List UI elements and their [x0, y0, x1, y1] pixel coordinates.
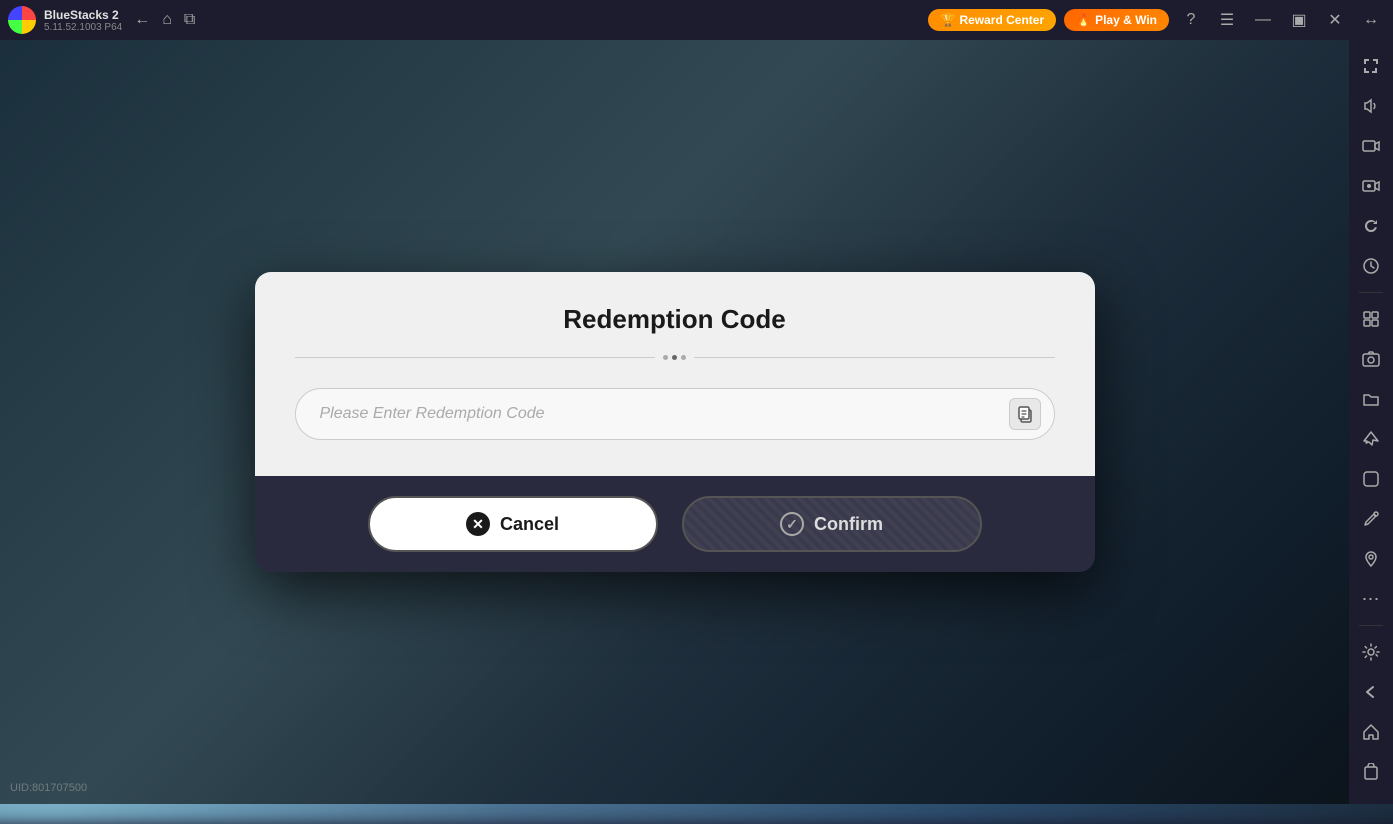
airplane-icon[interactable] — [1353, 421, 1389, 457]
modal-divider — [295, 355, 1055, 360]
modal-title: Redemption Code — [295, 304, 1055, 335]
redemption-modal: Redemption Code — [255, 272, 1095, 572]
restore-icon[interactable]: ▣ — [1285, 6, 1313, 34]
top-right-buttons: 🏆 Reward Center 🔥 Play & Win — [928, 9, 1169, 31]
play-icon: 🔥 — [1076, 13, 1091, 27]
more-icon[interactable]: ⋯ — [1353, 581, 1389, 617]
multi-instance-icon[interactable]: ⧉ — [184, 11, 195, 29]
top-bar: BlueStacks 2 5.11.52.1003 P64 ← ⌂ ⧉ 🏆 Re… — [0, 0, 1393, 40]
reward-center-button[interactable]: 🏆 Reward Center — [928, 9, 1056, 31]
app-info: BlueStacks 2 5.11.52.1003 P64 — [44, 8, 122, 33]
divider-dot-1 — [663, 355, 668, 360]
logo-icon — [8, 6, 36, 34]
help-icon[interactable]: ? — [1177, 6, 1205, 34]
rotate-icon[interactable] — [1353, 248, 1389, 284]
draw-icon[interactable] — [1353, 501, 1389, 537]
sidebar-divider-2 — [1359, 625, 1383, 626]
record-icon[interactable] — [1353, 168, 1389, 204]
code-input-wrapper — [295, 388, 1055, 440]
settings-icon[interactable] — [1353, 634, 1389, 670]
clipboard-icon[interactable] — [1353, 754, 1389, 790]
home-icon[interactable]: ⌂ — [162, 11, 172, 29]
app-version: 5.11.52.1003 P64 — [44, 22, 122, 33]
confirm-icon: ✓ — [780, 512, 804, 536]
app-name: BlueStacks 2 — [44, 8, 122, 22]
fullscreen-icon[interactable] — [1353, 48, 1389, 84]
window-controls: ? ☰ — ▣ ✕ ↔ — [1177, 6, 1385, 34]
paste-icon[interactable] — [1009, 398, 1041, 430]
screenshot-icon[interactable] — [1353, 341, 1389, 377]
video-icon[interactable] — [1353, 128, 1389, 164]
divider-dot-3 — [681, 355, 686, 360]
divider-dot-2 — [672, 355, 677, 360]
modal-overlay: Redemption Code — [0, 40, 1349, 804]
confirm-button[interactable]: ✓ Confirm — [682, 496, 982, 552]
reward-icon: 🏆 — [940, 13, 955, 27]
volume-icon[interactable] — [1353, 88, 1389, 124]
redemption-code-input[interactable] — [295, 388, 1055, 440]
divider-line-left — [295, 357, 656, 358]
eco-icon[interactable] — [1353, 461, 1389, 497]
sidebar-divider-1 — [1359, 292, 1383, 293]
confirm-label: Confirm — [814, 514, 883, 535]
cancel-button[interactable]: ✕ Cancel — [368, 496, 658, 552]
location-icon[interactable] — [1353, 541, 1389, 577]
divider-dots — [663, 355, 686, 360]
play-win-label: Play & Win — [1095, 13, 1157, 27]
expand-icon[interactable]: ↔ — [1357, 6, 1385, 34]
divider-line-right — [694, 357, 1055, 358]
cancel-label: Cancel — [500, 514, 559, 535]
folder-icon[interactable] — [1353, 381, 1389, 417]
back-nav-icon[interactable] — [1353, 674, 1389, 710]
close-icon[interactable]: ✕ — [1321, 6, 1349, 34]
apps-icon[interactable] — [1353, 301, 1389, 337]
refresh-icon[interactable] — [1353, 208, 1389, 244]
nav-controls: ← ⌂ ⧉ — [134, 11, 195, 29]
minimize-icon[interactable]: — — [1249, 6, 1277, 34]
modal-footer: ✕ Cancel ✓ Confirm — [255, 476, 1095, 572]
right-sidebar: ⋯ — [1349, 40, 1393, 804]
cancel-icon: ✕ — [466, 512, 490, 536]
back-icon[interactable]: ← — [134, 11, 150, 29]
modal-body: Redemption Code — [255, 272, 1095, 476]
reward-label: Reward Center — [959, 13, 1044, 27]
play-win-button[interactable]: 🔥 Play & Win — [1064, 9, 1169, 31]
home-nav-icon[interactable] — [1353, 714, 1389, 750]
menu-icon[interactable]: ☰ — [1213, 6, 1241, 34]
app-logo: BlueStacks 2 5.11.52.1003 P64 — [8, 6, 122, 34]
